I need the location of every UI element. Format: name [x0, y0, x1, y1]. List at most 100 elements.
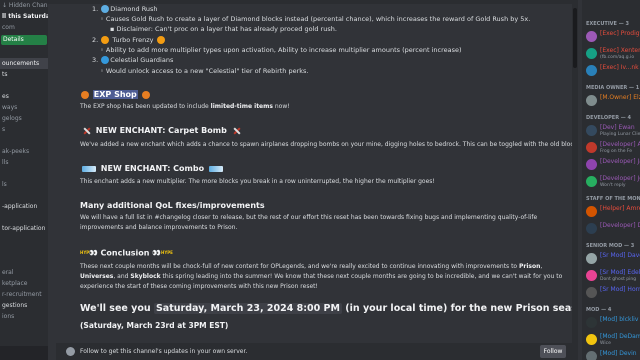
member-name: [Developer] Jo — [600, 175, 640, 182]
list-subitem: ◦ Ability to add more multiplier types u… — [100, 46, 462, 54]
member-name: [Dev] Ewan — [600, 124, 635, 131]
sidebar-item — [0, 212, 48, 223]
sidebar-item[interactable]: ak-peeks — [0, 146, 48, 157]
avatar — [586, 31, 597, 42]
avatar — [586, 351, 597, 360]
follow-text: Follow to get this channel's updates in … — [80, 348, 248, 355]
member-item[interactable]: [Mod] blckliv — [586, 315, 640, 331]
member-name: [Developer] D — [600, 222, 640, 229]
enchant-combo-text: This enchant adds a new multiplier. The … — [80, 178, 435, 185]
member-item[interactable]: [M.Owner] Elzara — [586, 93, 640, 109]
list-subitem: ◦ Would unlock access to a new "Celestia… — [100, 67, 309, 75]
follow-button[interactable]: Follow — [540, 345, 566, 358]
list-subitem: ▪ Disclaimer: Can't proc on a layer that… — [110, 25, 337, 33]
avatar — [586, 142, 597, 153]
enchant-combo-heading: NEW ENCHANT: Combo — [80, 163, 225, 175]
follow-bar: Follow to get this channel's updates in … — [56, 343, 572, 360]
member-item[interactable]: [Dev] Ewan Playing Lunar Clie — [586, 123, 640, 139]
avatar — [586, 253, 597, 264]
avatar — [586, 159, 597, 170]
hype-icon: HYPE — [160, 250, 173, 255]
member-item[interactable]: [Mod] DeDam Wice — [586, 332, 640, 348]
member-item[interactable]: [Sr Mod] Edel Dont ghost ping — [586, 268, 640, 284]
member-item[interactable]: [Helper] Amre — [586, 204, 640, 220]
member-status: Dont ghost ping — [600, 277, 637, 282]
enchant-carpet-heading: NEW ENCHANT: Carpet Bomb — [80, 125, 243, 137]
sidebar-item[interactable]: gestions — [0, 300, 48, 311]
sidebar-item — [0, 135, 48, 146]
member-category: MEDIA OWNER — 1 — [586, 85, 640, 91]
avatar — [586, 125, 597, 136]
member-name: [M.Owner] Elzara — [600, 94, 640, 101]
sidebar-item — [0, 47, 48, 58]
sidebar-item[interactable]: ketplace — [0, 278, 48, 289]
sidebar-item[interactable]: ↓ Hidden Channels — [0, 0, 48, 11]
qol-text: We will have a full list in #changelog c… — [80, 214, 538, 231]
timestamp[interactable]: Saturday, March 23, 2024 8:00 PM — [153, 303, 342, 314]
sidebar-item — [0, 256, 48, 267]
user-panel — [0, 346, 48, 360]
member-status: Playing Lunar Clie — [600, 132, 640, 137]
sidebar-item[interactable]: ll this Saturday — [0, 11, 48, 22]
sidebar-item[interactable]: es — [0, 91, 48, 102]
member-name: [Mod] Devin — [600, 350, 637, 357]
sidebar-item — [0, 80, 48, 91]
bolt-icon — [101, 36, 110, 44]
avatar — [586, 176, 597, 187]
avatar — [586, 317, 597, 328]
member-category: DEVELOPER — 4 — [586, 115, 631, 121]
avatar — [586, 206, 597, 217]
sidebar-item[interactable]: r-recruitment — [0, 289, 48, 300]
exp-shop-heading: EXP Shop — [80, 89, 151, 101]
megaphone-icon — [66, 347, 75, 356]
sidebar-item — [0, 245, 48, 256]
scrollbar-thumb[interactable] — [573, 8, 577, 68]
member-status: Wice — [600, 341, 611, 346]
list-item: 2. Turbo Frenzy — [92, 35, 166, 45]
hype-icon: HYPE — [80, 250, 92, 255]
list-subitem: ◦ Causes Gold Rush to create a layer of … — [100, 15, 531, 23]
conclusion-text: These next couple months will be chock-f… — [80, 263, 563, 290]
sidebar-item[interactable]: s — [0, 124, 48, 135]
member-name: [Developer] Ja — [600, 158, 640, 165]
shop-icon — [141, 90, 150, 99]
member-item[interactable]: [Developer] Ja — [586, 157, 640, 173]
sidebar-item[interactable]: eral — [0, 267, 48, 278]
qol-heading: Many additional QoL fixes/improvements — [80, 201, 265, 210]
member-item[interactable]: [Developer] A Frog on the Fe — [586, 140, 640, 156]
eyes-icon: 👀 — [152, 249, 161, 257]
member-item[interactable]: [Exec] Xenteris(fb.com/aq.g.io — [586, 46, 640, 62]
sidebar-item[interactable]: tor-application — [0, 223, 48, 234]
details-button[interactable]: Details — [1, 35, 47, 45]
member-category: MOD — 4 — [586, 307, 612, 313]
sidebar-item[interactable]: lls — [0, 157, 48, 168]
sidebar-item[interactable]: ions — [0, 311, 48, 322]
sidebar-item[interactable]: ways — [0, 102, 48, 113]
pickaxe-icon — [232, 126, 241, 135]
member-item[interactable]: [Developer] Jo Won't reply — [586, 174, 640, 190]
member-item[interactable]: [Mod] Devin — [586, 349, 640, 360]
member-item[interactable]: [Exec] Prodigy — [586, 29, 640, 45]
sidebar-item[interactable]: com — [0, 22, 48, 33]
avatar — [586, 334, 597, 345]
member-item[interactable]: [Developer] D — [586, 221, 640, 237]
member-item[interactable]: [Sr Mod] Dave — [586, 251, 640, 267]
sidebar-item[interactable]: ls — [0, 179, 48, 190]
member-name: [Exec] Xenteris — [600, 47, 640, 54]
member-name: [Exec] Prodigy — [600, 30, 640, 37]
channel-sidebar: ↓ Hidden Channelsll this Saturdaycom Deta… — [0, 0, 48, 360]
member-item[interactable]: [Exec] Iv...nk — [586, 63, 640, 79]
member-name: [Sr Mod] Horn — [600, 286, 640, 293]
avatar — [586, 48, 597, 59]
sidebar-item[interactable]: ouncements — [0, 58, 48, 69]
sidebar-item[interactable]: -application — [0, 201, 48, 212]
sidebar-item[interactable]: gelogs — [0, 113, 48, 124]
avatar — [586, 95, 597, 106]
bolt-icon — [156, 36, 165, 44]
member-status: (fb.com/aq.g.io — [600, 55, 635, 60]
shop-icon — [81, 90, 89, 99]
avatar — [586, 270, 597, 281]
sidebar-item[interactable]: ts — [0, 69, 48, 80]
member-category: SENIOR MOD — 3 — [586, 243, 635, 249]
member-item[interactable]: [Sr Mod] Horn — [586, 285, 640, 301]
